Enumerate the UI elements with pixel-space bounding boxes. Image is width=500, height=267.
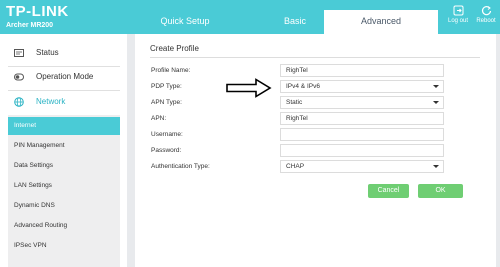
operation-mode-icon: [14, 73, 24, 81]
ok-button[interactable]: OK: [418, 184, 463, 198]
logo-text: TP-LINK: [6, 3, 69, 20]
network-globe-icon: [14, 97, 24, 107]
auth-type-select[interactable]: CHAP: [280, 160, 444, 173]
auth-type-label: Authentication Type:: [151, 163, 210, 170]
status-icon: [14, 49, 24, 57]
apn-label: APN:: [151, 115, 167, 122]
username-label: Username:: [151, 131, 183, 138]
reboot-button[interactable]: Reboot: [474, 5, 498, 25]
logout-label: Log out: [447, 18, 469, 24]
sidebar-item-status[interactable]: Status: [8, 43, 120, 63]
tab-advanced[interactable]: Advanced: [324, 10, 438, 34]
main-panel: Create Profile Profile Name: RighTel PDP…: [135, 34, 496, 267]
sidebar-subitem-pin-management[interactable]: PIN Management: [8, 137, 120, 155]
tp-link-logo: TP-LINK Archer MR200: [6, 4, 69, 30]
pdp-type-select[interactable]: IPv4 & IPv6: [280, 80, 444, 93]
sidebar-item-label: Network: [36, 97, 66, 106]
reboot-label: Reboot: [476, 18, 496, 24]
reboot-icon: [481, 6, 491, 16]
chevron-down-icon: [433, 101, 439, 104]
profile-name-value: RighTel: [286, 67, 308, 74]
sidebar-subitem-dynamic-dns[interactable]: Dynamic DNS: [8, 197, 120, 215]
sidebar-item-label: Operation Mode: [36, 72, 94, 81]
sidebar: Status Operation Mode Network Internet P…: [0, 34, 127, 267]
page-title: Create Profile: [150, 44, 199, 53]
cancel-button[interactable]: Cancel: [368, 184, 409, 198]
auth-type-value: CHAP: [286, 163, 305, 170]
apn-type-select[interactable]: Static: [280, 96, 444, 109]
sidebar-item-label: Status: [36, 48, 59, 57]
sidebar-subitem-lan-settings[interactable]: LAN Settings: [8, 177, 120, 195]
top-header: TP-LINK Archer MR200 Quick Setup Basic A…: [0, 0, 500, 34]
tab-basic[interactable]: Basic: [255, 10, 335, 34]
password-input[interactable]: [280, 144, 444, 157]
tab-quick-setup[interactable]: Quick Setup: [145, 10, 225, 34]
sidebar-item-network[interactable]: Network: [8, 92, 120, 112]
apn-type-label: APN Type:: [151, 99, 182, 106]
profile-name-input[interactable]: RighTel: [280, 64, 444, 77]
profile-name-label: Profile Name:: [151, 67, 191, 74]
apn-type-value: Static: [286, 99, 303, 106]
divider: [8, 90, 120, 91]
network-submenu: Internet PIN Management Data Settings LA…: [8, 115, 120, 267]
sidebar-subitem-data-settings[interactable]: Data Settings: [8, 157, 120, 175]
apn-value: RighTel: [286, 115, 308, 122]
sidebar-subitem-advanced-routing[interactable]: Advanced Routing: [8, 217, 120, 235]
arrow-right-icon: [226, 78, 272, 98]
sidebar-item-operation-mode[interactable]: Operation Mode: [8, 67, 120, 87]
chevron-down-icon: [433, 85, 439, 88]
chevron-down-icon: [433, 165, 439, 168]
pdp-type-label: PDP Type:: [151, 83, 182, 90]
model-name: Archer MR200: [6, 22, 54, 29]
apn-input[interactable]: RighTel: [280, 112, 444, 125]
logout-button[interactable]: Log out: [446, 5, 470, 25]
username-input[interactable]: [280, 128, 444, 141]
title-divider: [150, 57, 480, 58]
password-label: Password:: [151, 147, 182, 154]
pdp-type-value: IPv4 & IPv6: [286, 83, 320, 90]
logout-icon: [453, 5, 463, 16]
sidebar-subitem-ipsec-vpn[interactable]: IPSec VPN: [8, 237, 120, 255]
sidebar-subitem-internet[interactable]: Internet: [8, 117, 120, 135]
